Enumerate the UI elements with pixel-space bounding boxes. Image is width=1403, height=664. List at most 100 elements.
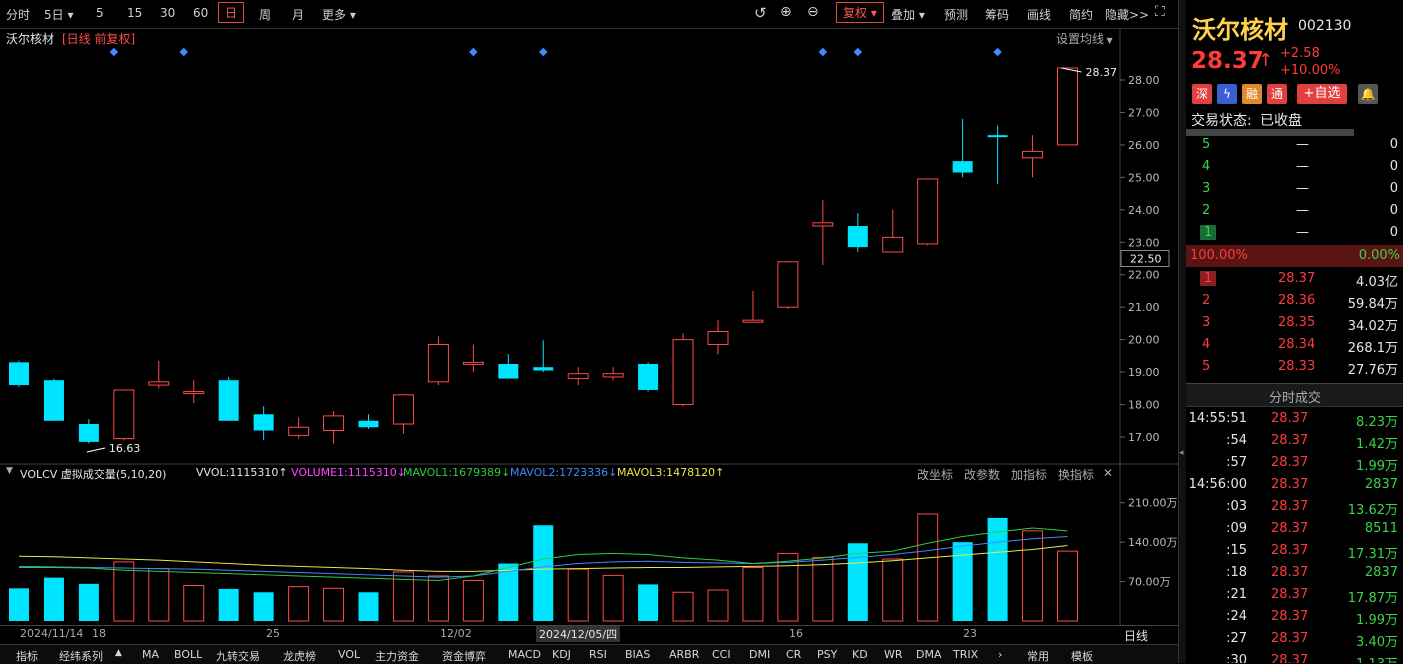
trade-status-label: 交易状态:: [1191, 113, 1252, 129]
ratio-right: 0.00%: [1358, 248, 1400, 263]
level-volume: 4.03亿: [1356, 275, 1398, 290]
indicator-tab[interactable]: MA: [142, 648, 159, 661]
panel-splitter[interactable]: ◂: [1178, 0, 1186, 663]
add-indicator-button[interactable]: 加指标: [1011, 466, 1047, 483]
tab-daily[interactable]: 日: [218, 2, 245, 23]
trade-volume: 8511: [1364, 521, 1398, 536]
tab-60min[interactable]: 60: [193, 6, 208, 20]
close-icon[interactable]: ✕: [1103, 466, 1113, 480]
level-number: 5: [1202, 359, 1211, 374]
indicator-tab[interactable]: VOL: [338, 648, 360, 661]
indicator-tab[interactable]: TRIX: [953, 648, 978, 661]
triangle-up-icon[interactable]: ▲: [115, 648, 122, 658]
tab-monthly[interactable]: 月: [292, 6, 304, 23]
event-marker-icon: [993, 47, 1002, 57]
level-number: 3: [1202, 181, 1211, 196]
set-ma-button[interactable]: 设置均线 ▼: [1056, 30, 1113, 47]
candle-body: [148, 381, 170, 386]
shenzhen-tag: 深: [1192, 84, 1212, 104]
change-axis-button[interactable]: 改坐标: [917, 466, 953, 483]
candle-body: [78, 424, 99, 442]
indicator-tab[interactable]: KD: [852, 648, 868, 661]
chart-area[interactable]: 17.00 18.00 19.00 20.00 21.00 22.00 23.00 24.00…: [0, 28, 1178, 663]
indicator-tab[interactable]: 经纬系列: [57, 648, 103, 664]
buy-orderbook: 1 28.37 4.03亿 2 28.36 59.84万 3 28.35 34.02万 4 28.3…: [1186, 268, 1403, 380]
level-number: 5: [1202, 137, 1211, 152]
indicator-tab[interactable]: PSY: [817, 648, 837, 661]
hide-button[interactable]: 隐藏>>: [1105, 6, 1149, 23]
chip-button[interactable]: 筹码: [985, 6, 1009, 23]
bell-icon[interactable]: 🔔: [1358, 84, 1378, 104]
tab-30min[interactable]: 30: [160, 6, 175, 20]
undo-icon[interactable]: ↺: [754, 4, 767, 22]
zoom-in-icon[interactable]: ⊕: [780, 4, 792, 20]
volume-bar: [427, 575, 449, 622]
tab-5min[interactable]: 5: [96, 6, 104, 20]
vol-y-tick-label: 140.00万: [1128, 536, 1178, 549]
chevron-right-icon[interactable]: ›: [998, 648, 1002, 661]
trade-price: 28.37: [1271, 543, 1309, 558]
indicator-tab[interactable]: BOLL: [174, 648, 202, 661]
tab-5day[interactable]: 5日 ▾: [44, 6, 73, 23]
indicator-tab[interactable]: 龙虎榜: [283, 648, 316, 664]
overlay-menu[interactable]: 叠加 ▾: [891, 6, 925, 23]
indicator-tab[interactable]: CR: [786, 648, 801, 661]
y-tick-label: 27.00: [1128, 106, 1160, 119]
add-watchlist-button[interactable]: +自选: [1297, 84, 1347, 104]
price-change-pct: +10.00%: [1280, 63, 1341, 78]
period-toolbar: 分时 5日 ▾ 5 15 30 60 日 周 月 更多 ▾ ↺ ⊕ ⊖ 复权 ▾…: [0, 0, 1178, 29]
indicator-tab[interactable]: 主力资金: [375, 648, 419, 664]
trade-volume: 8.23万: [1356, 415, 1398, 430]
indicator-tab[interactable]: MACD: [508, 648, 541, 661]
indicator-tab[interactable]: 资金博弈: [442, 648, 486, 664]
volume-bar: [812, 556, 834, 622]
level-price: —: [1296, 159, 1309, 174]
vol-y-tick-label: 70.00万: [1128, 576, 1171, 589]
level-number: 2: [1202, 293, 1211, 308]
triangle-down-icon[interactable]: ▼: [6, 466, 13, 476]
fullscreen-icon[interactable]: ⛶: [1155, 4, 1165, 20]
indicator-tab[interactable]: BIAS: [625, 648, 650, 661]
indicator-tab[interactable]: 模板: [1071, 648, 1093, 664]
zoom-out-icon[interactable]: ⊖: [807, 4, 819, 20]
event-marker-icon: [109, 47, 119, 57]
ratio-left: 100.00%: [1190, 248, 1248, 263]
trade-row: :24 28.37 1.99万: [1186, 606, 1403, 628]
ratio-bar: 100.00% 0.00%: [1186, 245, 1403, 267]
volume-bar: [742, 566, 764, 622]
indicator-tab[interactable]: CCI: [712, 648, 731, 661]
indicator-tab[interactable]: 常用: [1027, 648, 1049, 664]
forecast-button[interactable]: 预测: [944, 6, 968, 23]
indicator-tab[interactable]: DMA: [916, 648, 942, 661]
tab-15min[interactable]: 15: [127, 6, 142, 20]
candle-body: [498, 363, 519, 379]
collapse-icon[interactable]: ◂: [1179, 448, 1184, 458]
switch-indicator-button[interactable]: 换指标: [1058, 466, 1094, 483]
change-params-button[interactable]: 改参数: [964, 466, 1000, 483]
x-tick-label: 25: [266, 627, 280, 640]
candle-body: [358, 420, 379, 428]
volume-bar: [288, 586, 310, 622]
indicator-tab[interactable]: 指标: [16, 648, 38, 664]
candle-body: [812, 222, 834, 227]
price-change: +2.58: [1280, 46, 1320, 61]
indicator-tab[interactable]: ARBR: [669, 648, 699, 661]
indicator-tab[interactable]: DMI: [749, 648, 770, 661]
more-menu[interactable]: 更多 ▾: [322, 6, 356, 23]
simple-button[interactable]: 简约: [1069, 6, 1093, 23]
kline-chart[interactable]: 17.00 18.00 19.00 20.00 21.00 22.00 23.00 24.00…: [0, 28, 1178, 644]
tab-weekly[interactable]: 周: [259, 6, 271, 23]
indicator-tab[interactable]: KDJ: [552, 648, 571, 661]
candle-body: [707, 331, 729, 346]
draw-button[interactable]: 画线: [1027, 6, 1051, 23]
trade-time: :15: [1226, 543, 1247, 558]
indicator-tab[interactable]: RSI: [589, 648, 607, 661]
indicator-tab[interactable]: WR: [884, 648, 903, 661]
tab-intraday[interactable]: 分时: [6, 6, 30, 23]
indicator-tab[interactable]: 九转交易: [216, 648, 260, 664]
level-volume: 0: [1389, 137, 1398, 152]
adjust-button[interactable]: 复权 ▾: [836, 2, 884, 23]
trade-price: 28.37: [1271, 455, 1309, 470]
stock-code: 002130: [1298, 18, 1352, 34]
x-tick-label: 2024/11/14: [20, 627, 84, 640]
